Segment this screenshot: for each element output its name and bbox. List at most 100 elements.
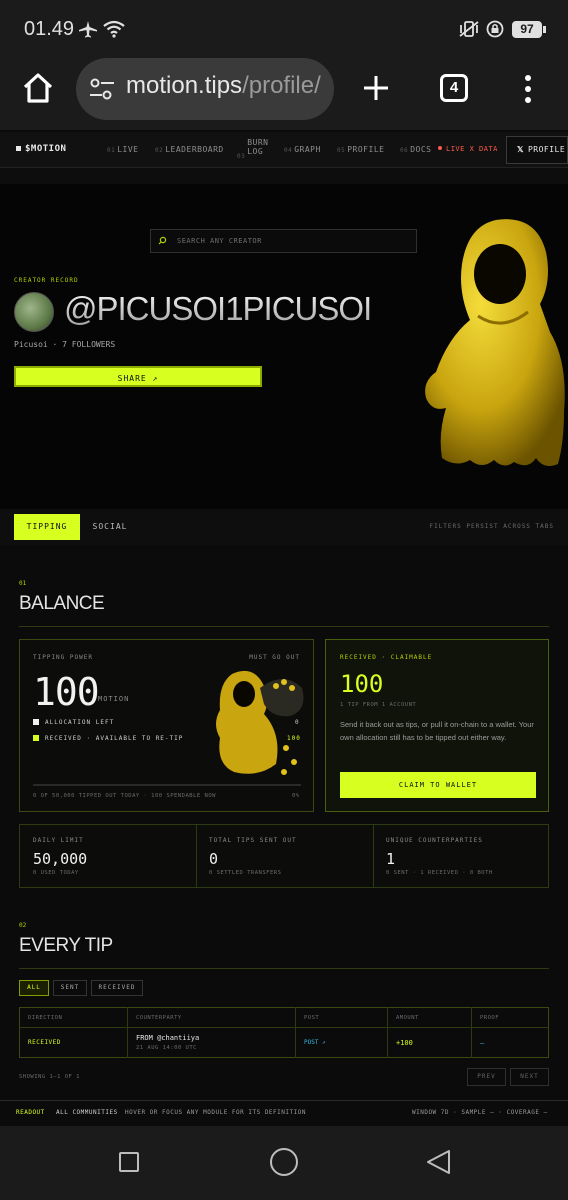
- tipping-power-label: TIPPING POWER: [33, 654, 93, 661]
- nav-spacer: [0, 168, 568, 184]
- x-logo-icon: 𝕏: [517, 145, 524, 154]
- amount-cell: +100: [387, 1027, 472, 1058]
- must-go-out-label: MUST GO OUT: [249, 654, 300, 661]
- counterparties-sub: 0 SENT · 1 RECEIVED · 0 BOTH: [386, 870, 493, 876]
- mascot-illustration: [425, 219, 565, 466]
- overflow-menu-icon[interactable]: [518, 74, 538, 104]
- profile-button[interactable]: 𝕏 PROFILE: [506, 136, 568, 164]
- back-icon[interactable]: [424, 1148, 452, 1176]
- home-nav-icon[interactable]: [270, 1148, 298, 1176]
- counterparties-label: UNIQUE COUNTERPARTIES: [386, 837, 483, 844]
- total-tips-value: 0: [209, 850, 219, 868]
- counterparty-cell[interactable]: FROM @chantiiya 21 AUG 14:00 UTC: [127, 1027, 296, 1058]
- nav-label: LEADERBOARD: [165, 145, 224, 154]
- filter-sent[interactable]: SENT: [53, 980, 87, 996]
- filter-all[interactable]: ALL: [19, 980, 49, 996]
- daily-limit-sub: 0 USED TODAY: [33, 870, 79, 876]
- wifi-icon: [103, 20, 125, 38]
- readout-bar: READOUT ALL COMMUNITIES HOVER OR FOCUS A…: [0, 1100, 568, 1124]
- allocation-legend-swatch: [33, 719, 39, 725]
- total-tips-label: TOTAL TIPS SENT OUT: [209, 837, 297, 844]
- section-title-every-tip: EVERY TIP: [19, 935, 113, 956]
- vibrate-icon: [459, 21, 479, 37]
- claimable-description: Send it back out as tips, or pull it on-…: [340, 720, 534, 742]
- readout-communities[interactable]: ALL COMMUNITIES: [56, 1109, 118, 1116]
- nav-item-profile[interactable]: 05 PROFILE: [337, 145, 384, 154]
- received-available-value: 100: [287, 735, 301, 742]
- tab-social[interactable]: SOCIAL: [86, 514, 134, 540]
- nav-num: 03: [237, 153, 246, 160]
- allocation-left-value: 0: [295, 719, 300, 726]
- status-time: 01.49: [24, 18, 75, 40]
- section-number: 01: [19, 580, 27, 587]
- nav-num: 01: [107, 147, 116, 154]
- site-brand[interactable]: $MOTION: [16, 144, 66, 154]
- live-badge-label: LIVE X DATA: [446, 145, 498, 153]
- column-header-post: POST: [295, 1007, 388, 1028]
- filter-received[interactable]: RECEIVED: [91, 980, 143, 996]
- direction-cell: RECEIVED: [19, 1027, 128, 1058]
- stats-row: DAILY LIMIT 50,000 0 USED TODAY TOTAL TI…: [19, 824, 549, 888]
- claim-to-wallet-button[interactable]: CLAIM TO WALLET: [340, 772, 536, 798]
- nav-item-live[interactable]: 01 LIVE: [107, 145, 139, 154]
- nav-item-leaderboard[interactable]: 02 LEADERBOARD: [155, 145, 224, 154]
- profile-subtitle: Picusoi · 7 FOLLOWERS: [14, 340, 116, 349]
- url-text[interactable]: motion.tips/profile/: [126, 72, 321, 100]
- daily-limit-value: 50,000: [33, 850, 88, 868]
- nav-label: BURN: [247, 138, 269, 147]
- nav-item-docs[interactable]: 06 DOCS: [400, 145, 432, 154]
- nav-item-graph[interactable]: 04 GRAPH: [284, 145, 321, 154]
- claimable-amount: 100: [340, 670, 384, 698]
- tipping-power-amount: 100: [33, 670, 100, 714]
- status-bar: 01.49 97: [0, 0, 568, 58]
- next-page-button[interactable]: NEXT: [510, 1068, 549, 1086]
- share-button[interactable]: SHARE ↗: [14, 366, 262, 387]
- profile-handle: @PICUSOI1PICUSOI: [64, 290, 372, 327]
- proof-cell: —: [480, 1038, 485, 1047]
- column-header-amount: AMOUNT: [387, 1007, 472, 1028]
- column-header-counterparty: COUNTERPARTY: [127, 1007, 296, 1028]
- profile-hero: SEARCH ANY CREATOR CREATOR RECORD @PICUS…: [0, 184, 568, 509]
- post-link[interactable]: POST ↗: [295, 1027, 388, 1058]
- search-icon: [158, 236, 167, 245]
- section-title-balance: BALANCE: [19, 593, 105, 614]
- creator-search-input[interactable]: SEARCH ANY CREATOR: [150, 229, 417, 253]
- data-saver-icon: [486, 20, 504, 38]
- nav-label-line2: LOG: [247, 147, 264, 156]
- nav-label: LIVE: [117, 145, 139, 154]
- progress-track: [33, 784, 301, 786]
- airplane-icon: [79, 21, 97, 38]
- column-header-proof: PROOF: [471, 1007, 549, 1028]
- site-nav: $MOTION 01 LIVE 02 LEADERBOARD 03BURN LOG 0…: [0, 132, 568, 168]
- browser-toolbar: motion.tips/profile/ 4: [0, 58, 568, 130]
- creator-record-kicker: CREATOR RECORD: [14, 277, 79, 284]
- filters-persist-note: FILTERS PERSIST ACROSS TABS: [429, 523, 554, 530]
- search-placeholder: SEARCH ANY CREATOR: [177, 237, 262, 245]
- home-icon[interactable]: [20, 70, 56, 106]
- new-tab-icon[interactable]: [360, 72, 392, 104]
- live-data-badge[interactable]: LIVE X DATA: [438, 145, 498, 153]
- tab-tipping[interactable]: TIPPING: [14, 514, 80, 540]
- nav-label: DOCS: [410, 145, 432, 154]
- divider: [19, 968, 549, 969]
- system-nav-bar: [0, 1126, 568, 1200]
- url-path: /profile/: [242, 72, 321, 99]
- battery-tip: [543, 26, 546, 33]
- tip-timestamp: 21 AUG 14:00 UTC: [136, 1045, 197, 1051]
- battery-indicator: 97: [512, 21, 542, 38]
- counterparty-name: FROM @chantiiya: [136, 1034, 200, 1042]
- received-legend-swatch: [33, 735, 39, 741]
- url-domain: motion.tips: [126, 72, 243, 99]
- recents-icon[interactable]: [119, 1152, 139, 1172]
- allocation-left-label: ALLOCATION LEFT: [45, 719, 115, 726]
- nav-label: GRAPH: [294, 145, 321, 154]
- tipped-out-progress: 0%: [292, 793, 300, 799]
- brand-logo-icon: [16, 146, 21, 151]
- tipping-power-card[interactable]: TIPPING POWER MUST GO OUT 100 MOTION ALL…: [19, 639, 314, 812]
- table-row[interactable]: RECEIVED FROM @chantiiya 21 AUG 14:00 UTC…: [19, 1027, 549, 1058]
- nav-item-burn-log[interactable]: 03BURN LOG: [237, 138, 269, 161]
- prev-page-button[interactable]: PREV: [467, 1068, 506, 1086]
- divider: [19, 626, 549, 627]
- site-settings-icon[interactable]: [88, 76, 116, 102]
- tab-switcher-button[interactable]: 4: [440, 74, 468, 102]
